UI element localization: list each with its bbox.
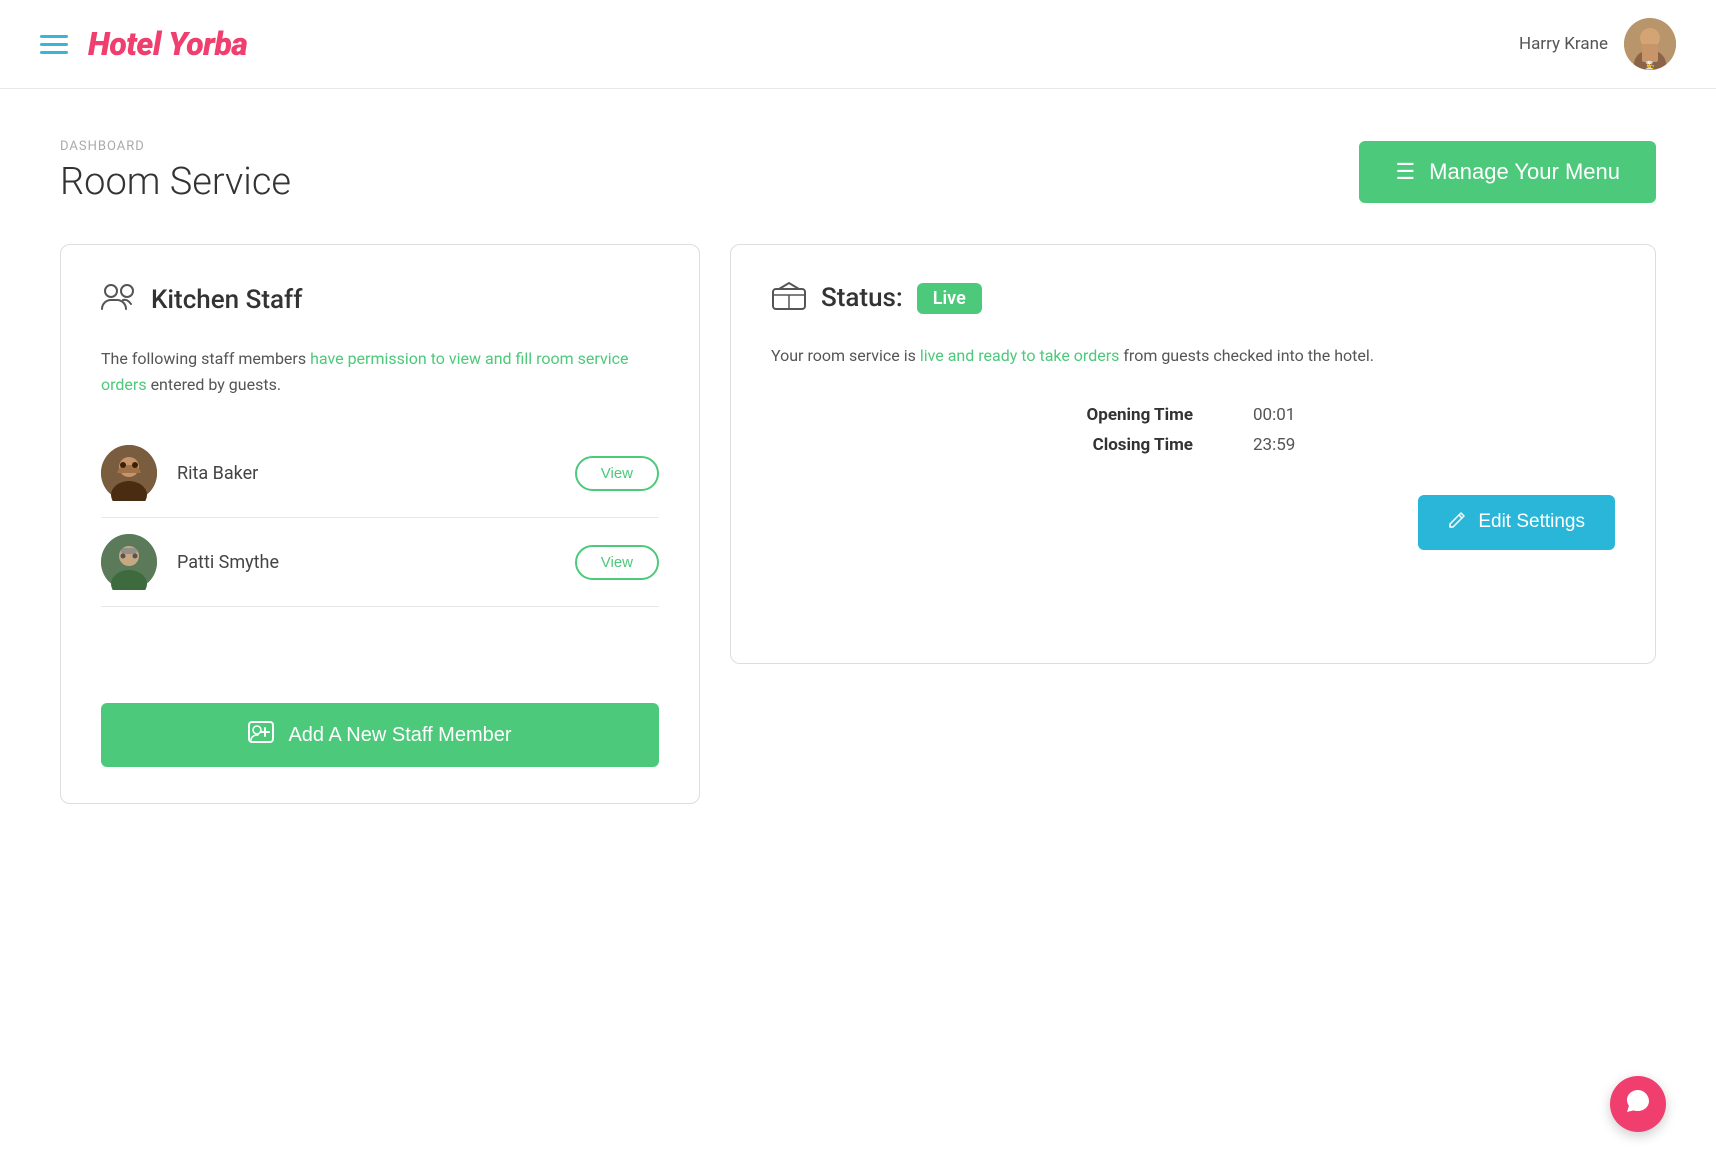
kitchen-staff-title: Kitchen Staff	[151, 285, 302, 315]
status-description: Your room service is live and ready to t…	[771, 343, 1615, 369]
staff-name-rita: Rita Baker	[177, 463, 555, 484]
times-table: Opening Time 00:01 Closing Time 23:59	[993, 405, 1393, 455]
status-icon	[771, 281, 807, 315]
view-patti-button[interactable]: View	[575, 545, 659, 580]
staff-name-patti: Patti Smythe	[177, 552, 555, 573]
header: Hotel Yorba Harry Krane 👨‍🍳	[0, 0, 1716, 89]
staff-avatar-rita	[101, 445, 157, 501]
kitchen-staff-card: Kitchen Staff The following staff member…	[60, 244, 700, 804]
logo: Hotel Yorba	[88, 25, 247, 63]
main-content: DASHBOARD Room Service ☰ Manage Your Men…	[0, 89, 1716, 854]
staff-description: The following staff members have permiss…	[101, 346, 659, 397]
status-header: Status: Live	[771, 281, 1615, 315]
kitchen-staff-icon	[101, 281, 137, 318]
staff-item-rita: Rita Baker View	[101, 429, 659, 518]
closing-time-row: Closing Time 23:59	[993, 435, 1393, 455]
menu-lines-icon: ☰	[1395, 159, 1415, 185]
closing-time-value: 23:59	[1253, 435, 1333, 455]
manage-menu-button[interactable]: ☰ Manage Your Menu	[1359, 141, 1656, 203]
hamburger-icon[interactable]	[40, 35, 68, 54]
cards-row: Kitchen Staff The following staff member…	[60, 244, 1656, 804]
chat-icon	[1624, 1087, 1652, 1121]
page-title: Room Service	[60, 160, 291, 204]
title-section: DASHBOARD Room Service	[60, 139, 291, 204]
chat-fab[interactable]	[1610, 1076, 1666, 1132]
staff-item-patti: Patti Smythe View	[101, 518, 659, 607]
status-desc-after: from guests checked into the hotel.	[1119, 346, 1374, 365]
staff-desc-before: The following staff members	[101, 349, 310, 368]
manage-menu-label: Manage Your Menu	[1429, 159, 1620, 185]
add-staff-icon	[248, 721, 274, 749]
edit-settings-button[interactable]: Edit Settings	[1418, 495, 1615, 550]
header-right: Harry Krane 👨‍🍳	[1519, 18, 1676, 70]
kitchen-staff-header: Kitchen Staff	[101, 281, 659, 318]
svg-text:👨‍🍳: 👨‍🍳	[1645, 60, 1655, 70]
breadcrumb: DASHBOARD	[60, 139, 291, 154]
avatar-image: 👨‍🍳	[1624, 18, 1676, 70]
staff-list: Rita Baker View	[101, 429, 659, 663]
closing-time-label: Closing Time	[1053, 435, 1193, 455]
view-rita-button[interactable]: View	[575, 456, 659, 491]
user-name: Harry Krane	[1519, 34, 1608, 54]
status-title: Status:	[821, 283, 903, 313]
status-desc-highlight: live and ready to take orders	[920, 346, 1120, 365]
status-card: Status: Live Your room service is live a…	[730, 244, 1656, 664]
staff-desc-after: entered by guests.	[147, 375, 281, 394]
header-left: Hotel Yorba	[40, 25, 247, 63]
opening-time-value: 00:01	[1253, 405, 1333, 425]
add-staff-button[interactable]: Add A New Staff Member	[101, 703, 659, 767]
status-badge: Live	[917, 283, 982, 314]
add-staff-label: Add A New Staff Member	[288, 724, 511, 747]
pencil-icon	[1448, 511, 1466, 534]
staff-avatar-patti	[101, 534, 157, 590]
status-desc-before: Your room service is	[771, 346, 920, 365]
page-header: DASHBOARD Room Service ☰ Manage Your Men…	[60, 139, 1656, 204]
edit-settings-label: Edit Settings	[1478, 511, 1585, 533]
opening-time-label: Opening Time	[1053, 405, 1193, 425]
opening-time-row: Opening Time 00:01	[993, 405, 1393, 425]
avatar: 👨‍🍳	[1624, 18, 1676, 70]
